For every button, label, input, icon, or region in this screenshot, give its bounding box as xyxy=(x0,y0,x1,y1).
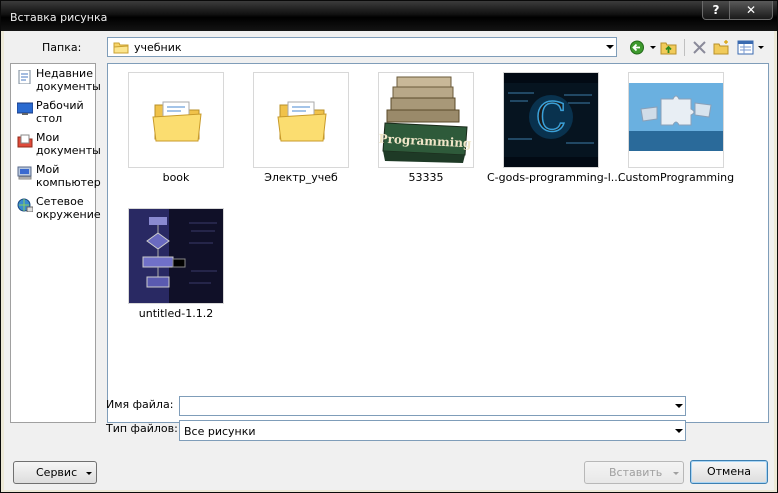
network-icon xyxy=(17,198,33,212)
delete-icon[interactable] xyxy=(691,40,708,55)
file-name: 53335 xyxy=(408,171,444,184)
help-button[interactable]: ? xyxy=(702,1,730,20)
file-thumbnail: Programming xyxy=(378,72,474,168)
insert-picture-dialog: Вставка рисунка ? ✕ Папка: учебник Недав… xyxy=(0,0,778,493)
file-name: book xyxy=(162,171,190,184)
place-label: Недавние документы xyxy=(36,67,101,93)
file-item[interactable]: CustomProgramming xyxy=(612,68,740,188)
chevron-down-icon[interactable] xyxy=(606,45,614,49)
file-view[interactable]: book Электр_учеб Programming 53335 C C-g… xyxy=(107,63,769,423)
close-button[interactable]: ✕ xyxy=(729,1,773,20)
filename-input[interactable] xyxy=(179,396,686,416)
place-label: Сетевое окружение xyxy=(36,195,101,221)
places-bar: Недавние документы Рабочий стол Мои доку… xyxy=(10,63,101,423)
folder-combo[interactable]: учебник xyxy=(107,37,617,57)
dialog-body: Папка: учебник Недавние документы Рабочи… xyxy=(4,31,774,490)
file-item[interactable]: untitled-1.1.2 xyxy=(112,204,240,324)
file-thumbnail xyxy=(628,72,724,168)
books-image: Programming xyxy=(379,76,472,163)
insert-label: Вставить xyxy=(609,466,663,479)
place-network[interactable]: Сетевое окружение xyxy=(13,194,101,224)
up-folder-icon[interactable] xyxy=(660,40,677,55)
place-my-computer[interactable]: Мой компьютер xyxy=(13,162,101,192)
desktop-icon xyxy=(17,102,33,115)
file-thumbnail xyxy=(253,72,349,168)
toolbar-separator xyxy=(684,39,685,56)
file-name: untitled-1.1.2 xyxy=(138,307,214,320)
file-item[interactable]: Электр_учеб xyxy=(237,68,365,188)
cancel-button[interactable]: Отмена xyxy=(690,460,768,484)
chevron-down-icon[interactable] xyxy=(675,404,683,408)
views-icon[interactable] xyxy=(737,40,754,55)
file-name: C-gods-programming-l... xyxy=(487,171,622,184)
file-thumbnail: C xyxy=(503,72,599,168)
place-recent[interactable]: Недавние документы xyxy=(13,66,101,96)
file-name: CustomProgramming xyxy=(617,171,735,184)
folder-icon xyxy=(277,101,327,142)
views-dropdown-icon[interactable] xyxy=(757,40,765,55)
recent-documents-icon xyxy=(18,70,31,84)
folder-label: Папка: xyxy=(42,41,82,54)
title-bar[interactable]: Вставка рисунка ? ✕ xyxy=(1,1,777,31)
chevron-down-icon xyxy=(86,472,92,475)
filetype-value: Все рисунки xyxy=(184,425,256,438)
chevron-down-icon xyxy=(673,472,679,475)
filetype-label: Тип файлов: xyxy=(106,422,178,435)
place-label: Мои документы xyxy=(36,131,101,157)
window-title: Вставка рисунка xyxy=(10,11,108,24)
cancel-label: Отмена xyxy=(706,465,752,478)
service-label: Сервис xyxy=(36,466,78,479)
filename-label: Имя файла: xyxy=(106,398,174,411)
file-name: Электр_учеб xyxy=(264,171,338,184)
c-letter: C xyxy=(536,95,567,141)
place-label: Рабочий стол xyxy=(36,99,84,125)
place-label: Мой компьютер xyxy=(36,163,101,189)
flowchart-image xyxy=(129,209,223,303)
service-button[interactable]: Сервис xyxy=(13,461,97,484)
new-folder-icon[interactable] xyxy=(713,40,730,55)
puzzle-image xyxy=(629,83,723,151)
filetype-select[interactable]: Все рисунки xyxy=(179,420,686,441)
back-icon[interactable] xyxy=(629,40,646,55)
folder-value: учебник xyxy=(134,41,182,54)
chevron-down-icon[interactable] xyxy=(675,428,683,433)
file-item[interactable]: Programming 53335 xyxy=(362,68,490,188)
folder-icon xyxy=(113,42,129,54)
file-item[interactable]: book xyxy=(112,68,240,188)
insert-button[interactable]: Вставить xyxy=(584,461,684,484)
folder-icon xyxy=(152,101,202,142)
my-computer-icon xyxy=(17,166,32,180)
my-documents-icon xyxy=(17,134,33,148)
back-dropdown-icon[interactable] xyxy=(649,40,657,55)
c-programming-image: C xyxy=(504,83,598,157)
file-thumbnail xyxy=(128,72,224,168)
file-item[interactable]: C C-gods-programming-l... xyxy=(487,68,622,188)
file-thumbnail xyxy=(128,208,224,304)
place-desktop[interactable]: Рабочий стол xyxy=(13,98,95,128)
place-my-documents[interactable]: Мои документы xyxy=(13,130,101,160)
